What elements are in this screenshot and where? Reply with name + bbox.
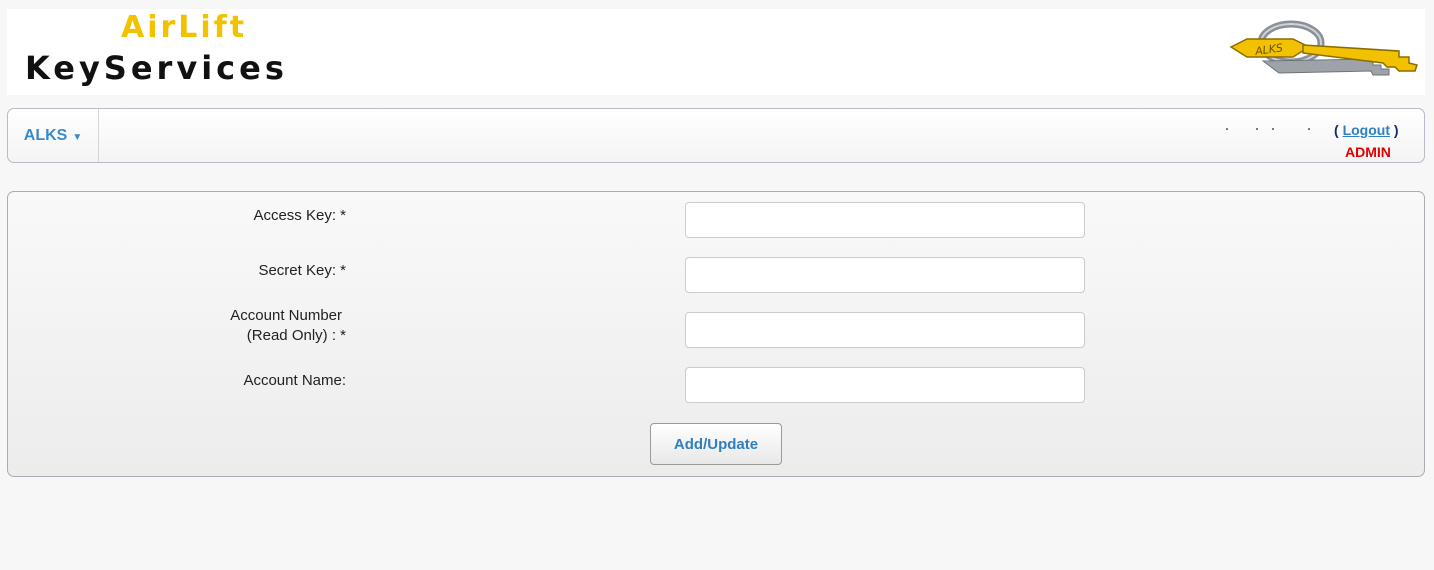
logout-paren-open: ( xyxy=(1334,122,1343,138)
key-form-panel: Access Key: * Secret Key: * Account Numb… xyxy=(7,191,1425,477)
secret-key-input[interactable] xyxy=(685,257,1085,293)
add-update-button[interactable]: Add/Update xyxy=(650,423,782,465)
access-key-label: Access Key: * xyxy=(253,207,346,224)
account-number-input[interactable] xyxy=(685,312,1085,348)
account-name-input[interactable] xyxy=(685,367,1085,403)
account-number-label-line1: Account Number xyxy=(230,307,342,324)
account-number-label-line2: (Read Only) : * xyxy=(246,327,346,344)
access-key-input[interactable] xyxy=(685,202,1085,238)
secret-key-label: Secret Key: * xyxy=(258,262,346,279)
key-logo-icon: ALKS xyxy=(1229,20,1418,76)
top-navbar: ALKS ▼ ( Logout ) ADMIN xyxy=(7,108,1425,163)
user-role-badge: ADMIN xyxy=(1345,144,1391,160)
brand-title-line2: KeyServices xyxy=(25,49,288,87)
logout-paren-close: ) xyxy=(1389,122,1399,138)
alks-menu-label: ALKS xyxy=(23,126,68,144)
alks-menu-dropdown[interactable]: ALKS ▼ xyxy=(8,109,99,162)
app-header: AirLift KeyServices ALKS xyxy=(7,9,1425,95)
logout-link[interactable]: Logout xyxy=(1343,122,1390,138)
username-redacted xyxy=(1226,128,1310,132)
caret-down-icon: ▼ xyxy=(72,131,83,143)
logout-area: ( Logout ) xyxy=(1334,122,1399,138)
brand-title-line1: AirLift xyxy=(121,10,248,45)
account-name-label: Account Name: xyxy=(243,372,346,389)
account-number-label: Account Number (Read Only) : * xyxy=(158,306,346,346)
